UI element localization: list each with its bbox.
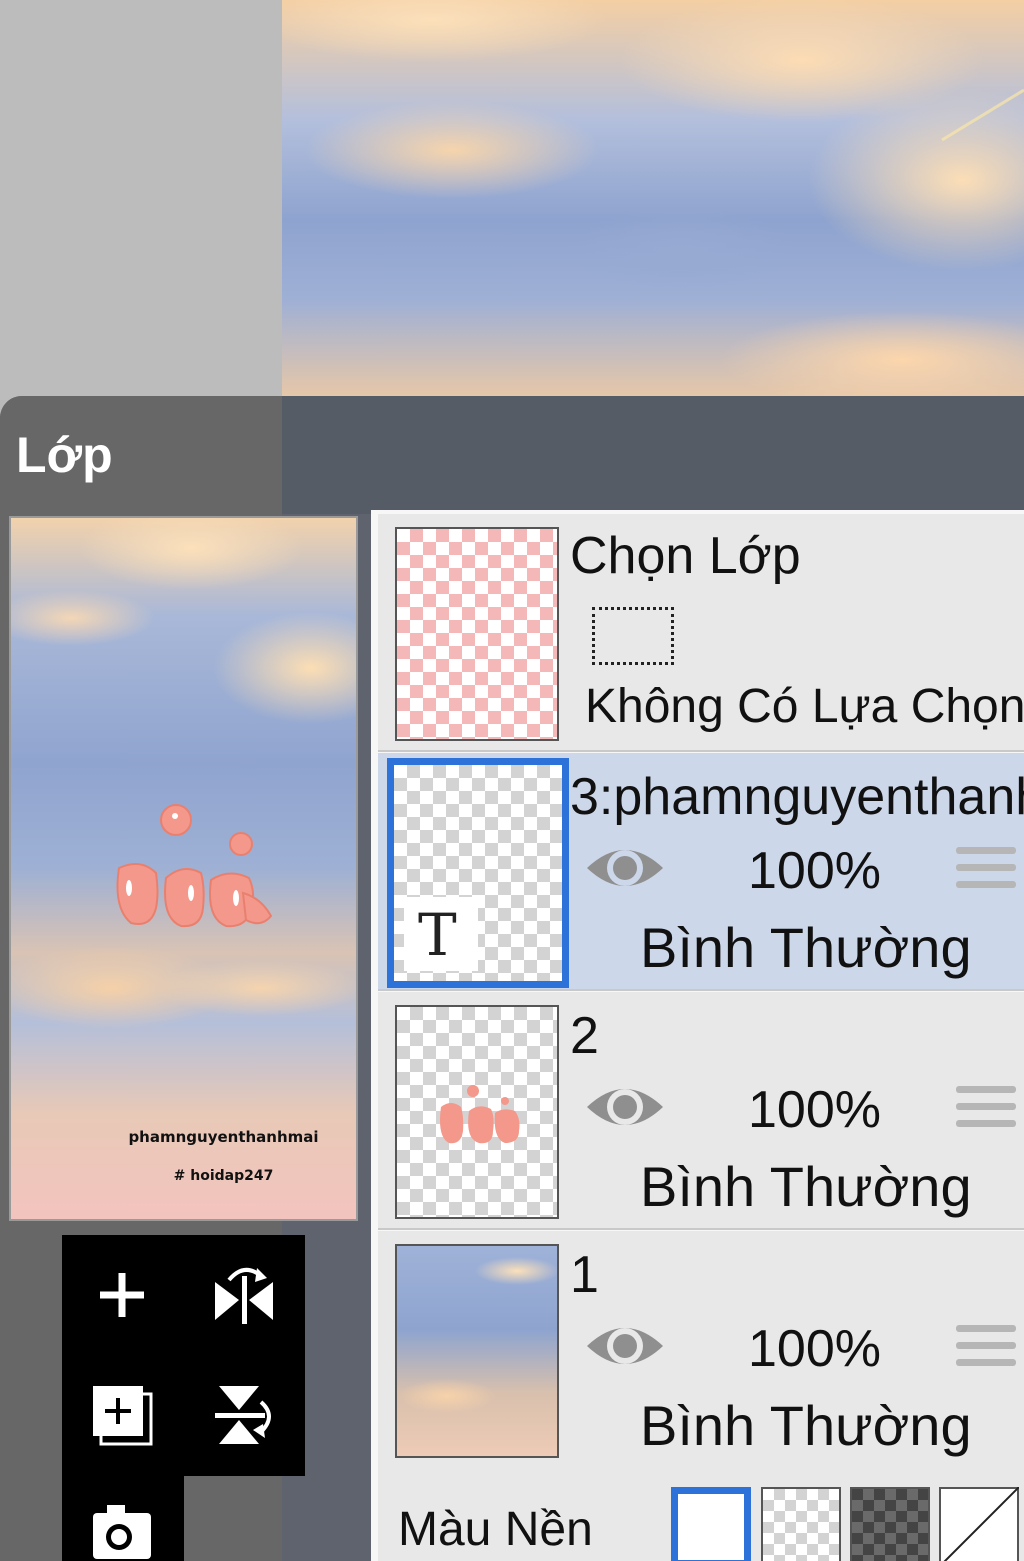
panel-title: Lớp [16,427,113,483]
layer-2-blend-mode[interactable]: Bình Thường [640,1154,972,1219]
add-layer-icon[interactable] [72,1245,172,1345]
eye-icon[interactable] [583,1316,667,1381]
background-white-swatch[interactable] [671,1487,751,1561]
layer-3-name: 3:phamnguyenthanhmai [570,768,1024,826]
selection-layer-name: Chọn Lớp [570,527,801,585]
layer-2-name: 2 [570,1007,599,1065]
layers-panel: Lớp phamnguyenthanhmai # hoidap247 Chọn … [0,396,1024,1561]
layer-row-2[interactable]: 2 100% Bình Thường [378,992,1024,1230]
background-custom-swatch[interactable] [939,1487,1019,1561]
layer-1-thumbnail [395,1244,559,1458]
selection-marquee-icon [592,607,674,665]
eye-icon[interactable] [583,838,667,903]
add-copy-layer-icon[interactable] [72,1365,172,1465]
preview-artwork [116,804,273,928]
layer-2-opacity[interactable]: 100% [748,1080,881,1140]
layer-2-thumbnail [395,1005,559,1219]
selection-layer-row[interactable]: Chọn Lớp Không Có Lựa Chọn [378,514,1024,752]
text-layer-icon: T [418,901,457,969]
layer-1-blend-mode[interactable]: Bình Thường [640,1393,972,1458]
layer-1-name: 1 [570,1246,599,1304]
flip-vertical-icon[interactable] [194,1365,294,1465]
layer-2-artwork [440,1085,520,1144]
drawing-canvas[interactable] [282,0,1024,400]
drag-handle-icon[interactable] [956,1086,1016,1137]
layer-toolbar [62,1235,305,1476]
preview-watermark-tag: # hoidap247 [173,1168,274,1184]
layer-3-thumbnail: T [387,758,569,988]
background-dark-swatch[interactable] [850,1487,930,1561]
layers-list: Chọn Lớp Không Có Lựa Chọn T 3:phamnguye… [371,510,1024,1561]
drag-handle-icon[interactable] [956,1325,1016,1376]
layer-3-blend-mode[interactable]: Bình Thường [640,915,972,980]
text-layer-badge: T [404,897,478,971]
layer-1-opacity[interactable]: 100% [748,1319,881,1379]
background-transparent-swatch[interactable] [761,1487,841,1561]
canvas-background [0,0,282,400]
flip-horizontal-icon[interactable] [194,1245,294,1345]
layer-row-1[interactable]: 1 100% Bình Thường [378,1231,1024,1469]
panel-header [282,396,1024,514]
background-color-bar: Màu Nền [378,1467,1024,1561]
light-streak [941,88,1024,142]
layer-row-3[interactable]: T 3:phamnguyenthanhmai 100% Bình Thường [378,753,1024,991]
selection-layer-thumbnail [395,527,559,741]
selection-status: Không Có Lựa Chọn [585,680,1024,733]
background-color-label: Màu Nền [398,1503,593,1556]
camera-icon[interactable] [72,1476,172,1561]
canvas-preview[interactable]: phamnguyenthanhmai # hoidap247 [9,516,358,1221]
eye-icon[interactable] [583,1077,667,1142]
layer-3-opacity[interactable]: 100% [748,841,881,901]
preview-watermark-name: phamnguyenthanhmai [128,1128,319,1146]
drag-handle-icon[interactable] [956,847,1016,898]
toolbar-extension [62,1476,184,1561]
